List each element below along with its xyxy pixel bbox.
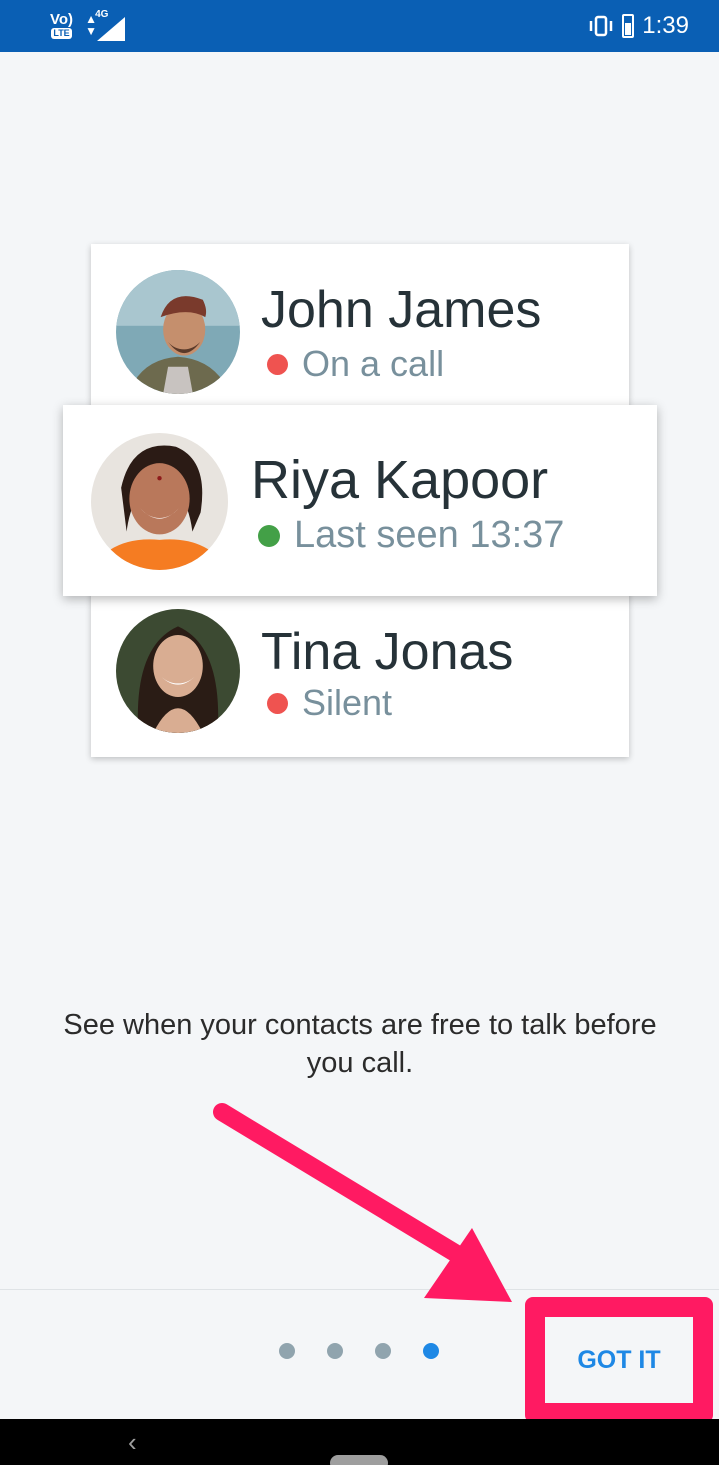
page-dot-active xyxy=(423,1343,439,1359)
contact-card-riya: Riya Kapoor Last seen 13:37 xyxy=(63,405,657,596)
volte-icon: Vo) LTE xyxy=(50,12,73,39)
contact-name: John James xyxy=(261,281,542,339)
busy-status-dot xyxy=(267,353,288,375)
contact-card-tina: Tina Jonas Silent xyxy=(91,590,629,757)
vibrate-icon xyxy=(590,15,613,37)
tina-avatar xyxy=(116,609,240,733)
clock: 1:39 xyxy=(642,12,689,39)
available-status-dot xyxy=(258,524,280,547)
battery-icon xyxy=(622,14,635,38)
bottom-divider xyxy=(0,1289,719,1290)
contact-card-john: John James On a call xyxy=(91,244,629,409)
contact-status-text: On a call xyxy=(302,343,445,384)
page-dot xyxy=(279,1343,295,1359)
signal-icon: ▲ ▼ 4G xyxy=(85,9,126,41)
john-avatar xyxy=(116,270,240,394)
page-indicator xyxy=(279,1343,439,1359)
contact-status: Last seen 13:37 xyxy=(258,514,564,557)
page-dot xyxy=(327,1343,343,1359)
navigation-bar: ‹ xyxy=(0,1419,719,1465)
contact-name: Tina Jonas xyxy=(261,623,514,681)
signal-strength-icon xyxy=(97,17,126,41)
lte-label: LTE xyxy=(51,27,72,39)
contact-status-text: Silent xyxy=(302,682,393,723)
home-pill-icon[interactable] xyxy=(330,1455,388,1465)
page-dot xyxy=(375,1343,391,1359)
contact-status-text: Last seen 13:37 xyxy=(294,514,565,556)
volte-label: Vo) xyxy=(50,10,74,28)
contact-status: Silent xyxy=(267,682,392,724)
got-it-button[interactable]: GOT IT xyxy=(525,1297,713,1423)
status-bar: Vo) LTE ▲ ▼ 4G 1:39 xyxy=(0,0,719,52)
riya-avatar xyxy=(91,433,228,570)
contact-status: On a call xyxy=(267,343,444,385)
onboarding-caption: See when your contacts are free to talk … xyxy=(63,1009,657,1079)
silent-status-dot xyxy=(267,692,288,714)
contact-name: Riya Kapoor xyxy=(251,450,549,510)
back-icon[interactable]: ‹ xyxy=(128,1429,137,1455)
